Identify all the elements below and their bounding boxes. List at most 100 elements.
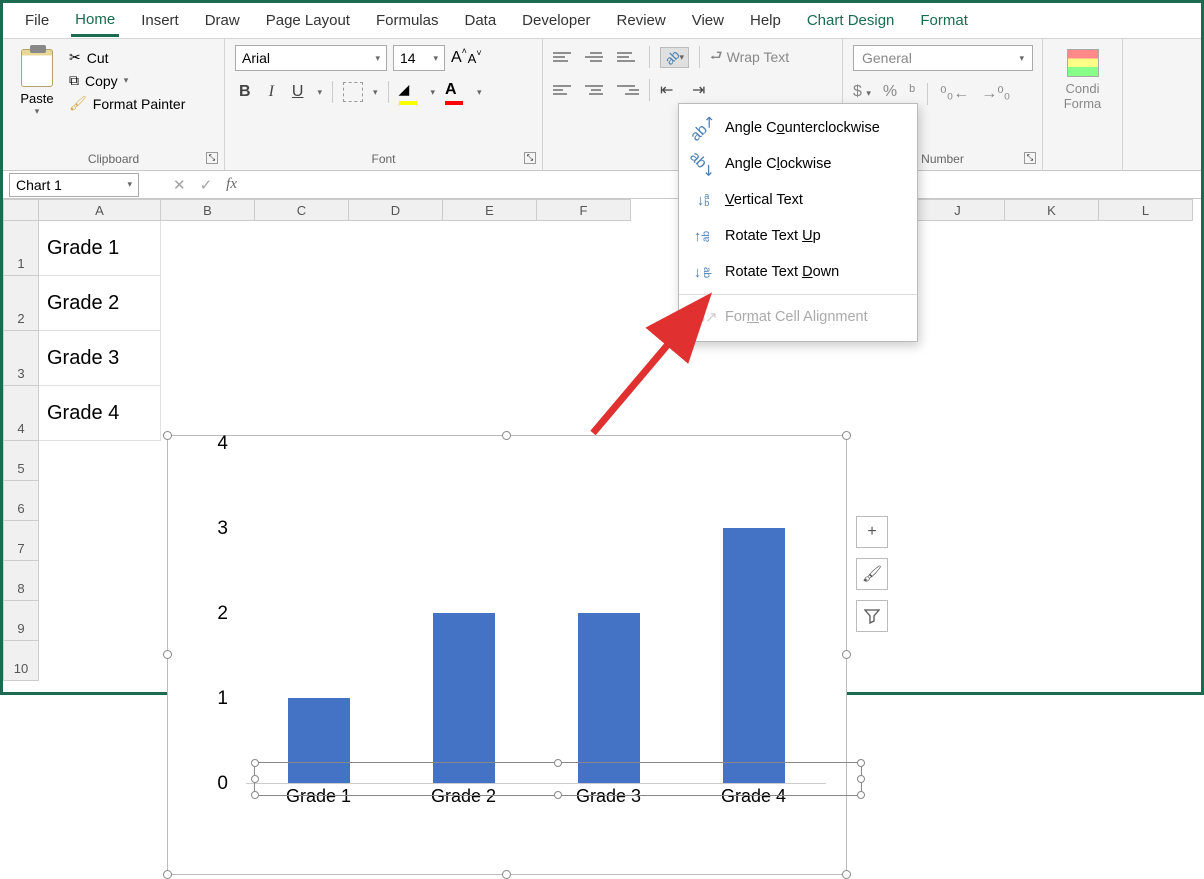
conditional-formatting-label[interactable]: Condi Forma xyxy=(1053,81,1112,111)
column-header[interactable]: F xyxy=(537,199,631,221)
copy-button[interactable]: ⧉ Copy ▾ xyxy=(69,72,185,89)
align-top-button[interactable] xyxy=(553,47,575,67)
menu-angle-ccw[interactable]: ab↗ Angle Counterclockwise xyxy=(679,110,917,146)
column-header[interactable]: J xyxy=(911,199,1005,221)
name-box[interactable]: Chart 1▾ xyxy=(9,173,139,197)
cancel-formula-button[interactable]: ✕ xyxy=(173,176,186,194)
italic-button[interactable]: I xyxy=(265,81,278,103)
percent-format-button[interactable]: % xyxy=(883,83,897,105)
row-header[interactable]: 1 xyxy=(3,221,39,276)
menu-label: Vertical Text xyxy=(725,192,803,208)
y-tick-label: 4 xyxy=(217,433,228,455)
orientation-button[interactable]: ab ▾ xyxy=(660,47,689,68)
tab-data[interactable]: Data xyxy=(460,6,500,35)
embedded-chart[interactable]: 43210 Grade 1Grade 2Grade 3Grade 4 + 🖌 xyxy=(167,435,847,875)
row-header[interactable]: 2 xyxy=(3,276,39,331)
cut-button[interactable]: ✂ Cut xyxy=(69,49,185,66)
font-name-select[interactable]: Arial▾ xyxy=(235,45,387,71)
wrap-icon: ⮐ xyxy=(710,45,723,69)
format-painter-button[interactable]: 🖌 Format Painter xyxy=(69,95,185,112)
tab-view[interactable]: View xyxy=(688,6,728,35)
tab-developer[interactable]: Developer xyxy=(518,6,594,35)
paste-button[interactable]: Paste ▾ xyxy=(13,45,61,117)
copy-icon: ⧉ xyxy=(69,72,79,89)
number-format-select[interactable]: General▾ xyxy=(853,45,1033,71)
underline-button[interactable]: U xyxy=(288,81,308,103)
cell[interactable]: Grade 3 xyxy=(39,331,161,386)
menu-vertical-text[interactable]: ↓ab Vertical Text xyxy=(679,182,917,218)
align-left-button[interactable] xyxy=(553,80,575,100)
chart-elements-button[interactable]: + xyxy=(856,516,888,548)
decrease-decimal-button[interactable]: →⁰₀ xyxy=(981,83,1010,105)
orientation-menu: ab↗ Angle Counterclockwise ab↘ Angle Clo… xyxy=(678,103,918,342)
column-headers: A B C D E F J K L xyxy=(39,199,1193,221)
tab-home[interactable]: Home xyxy=(71,5,119,37)
row-header[interactable]: 4 xyxy=(3,386,39,441)
tab-review[interactable]: Review xyxy=(613,6,670,35)
align-right-button[interactable] xyxy=(617,80,639,100)
menu-rotate-up[interactable]: ↑ab Rotate Text Up xyxy=(679,218,917,254)
increase-indent-button[interactable]: ⇥ xyxy=(692,80,714,100)
column-header[interactable]: C xyxy=(255,199,349,221)
font-color-button[interactable]: A xyxy=(445,81,467,103)
cell[interactable]: Grade 1 xyxy=(39,221,161,276)
row-header[interactable]: 3 xyxy=(3,331,39,386)
tab-formulas[interactable]: Formulas xyxy=(372,6,443,35)
menu-label: Rotate Text Down xyxy=(725,264,839,280)
column-header[interactable]: E xyxy=(443,199,537,221)
chart-bars[interactable] xyxy=(246,444,826,784)
tab-file[interactable]: File xyxy=(21,6,53,35)
row-header[interactable]: 8 xyxy=(3,561,39,601)
font-dialog-launcher[interactable]: ⤡ xyxy=(524,152,536,164)
comma-format-button[interactable]: ᵇ xyxy=(909,83,915,105)
increase-decimal-button[interactable]: ⁰₀← xyxy=(940,83,969,105)
menu-rotate-down[interactable]: ↓ab Rotate Text Down xyxy=(679,254,917,290)
align-center-button[interactable] xyxy=(585,80,607,100)
tab-chart-design[interactable]: Chart Design xyxy=(803,6,899,35)
clipboard-dialog-launcher[interactable]: ⤡ xyxy=(206,152,218,164)
tab-page-layout[interactable]: Page Layout xyxy=(262,6,354,35)
decrease-indent-button[interactable]: ⇤ xyxy=(660,80,682,100)
tab-format[interactable]: Format xyxy=(916,6,972,35)
chart-y-axis[interactable]: 43210 xyxy=(206,444,234,814)
tab-draw[interactable]: Draw xyxy=(201,6,244,35)
fill-color-button[interactable]: ◢ xyxy=(399,81,421,103)
accounting-format-button[interactable]: $ ▾ xyxy=(853,83,871,105)
chart-styles-button[interactable]: 🖌 xyxy=(856,558,888,590)
column-header[interactable]: A xyxy=(39,199,161,221)
fx-icon[interactable]: fx xyxy=(226,176,237,193)
row-header[interactable]: 9 xyxy=(3,601,39,641)
chart-bar[interactable] xyxy=(433,613,495,783)
chart-bar[interactable] xyxy=(578,613,640,783)
bold-button[interactable]: B xyxy=(235,81,255,103)
decrease-font-button[interactable]: A˅ xyxy=(468,51,477,66)
align-middle-button[interactable] xyxy=(585,47,607,67)
increase-font-button[interactable]: A˄ xyxy=(451,49,462,67)
tab-insert[interactable]: Insert xyxy=(137,6,183,35)
select-all-corner[interactable] xyxy=(3,199,39,221)
align-bottom-button[interactable] xyxy=(617,47,639,67)
rotate-down-icon: ↓ab xyxy=(693,262,713,282)
borders-button[interactable] xyxy=(343,82,363,102)
wrap-text-button[interactable]: ⮐Wrap Text xyxy=(710,45,789,69)
cell[interactable]: Grade 4 xyxy=(39,386,161,441)
column-header[interactable]: K xyxy=(1005,199,1099,221)
column-a-cells: Grade 1Grade 2Grade 3Grade 4 xyxy=(39,221,161,441)
chart-filters-button[interactable] xyxy=(856,600,888,632)
column-header[interactable]: D xyxy=(349,199,443,221)
row-header[interactable]: 5 xyxy=(3,441,39,481)
column-header[interactable]: L xyxy=(1099,199,1193,221)
cell[interactable]: Grade 2 xyxy=(39,276,161,331)
tab-help[interactable]: Help xyxy=(746,6,785,35)
chart-plot-area[interactable]: 43210 Grade 1Grade 2Grade 3Grade 4 xyxy=(206,444,826,814)
number-dialog-launcher[interactable]: ⤡ xyxy=(1024,152,1036,164)
enter-formula-button[interactable]: ✓ xyxy=(200,176,213,194)
row-header[interactable]: 6 xyxy=(3,481,39,521)
row-header[interactable]: 7 xyxy=(3,521,39,561)
menu-angle-cw[interactable]: ab↘ Angle Clockwise xyxy=(679,146,917,182)
chart-bar[interactable] xyxy=(723,528,785,783)
column-header[interactable]: B xyxy=(161,199,255,221)
menu-format-alignment: ab↗ Format Cell Alignment xyxy=(679,299,917,335)
row-header[interactable]: 10 xyxy=(3,641,39,681)
font-size-select[interactable]: 14▾ xyxy=(393,45,445,71)
